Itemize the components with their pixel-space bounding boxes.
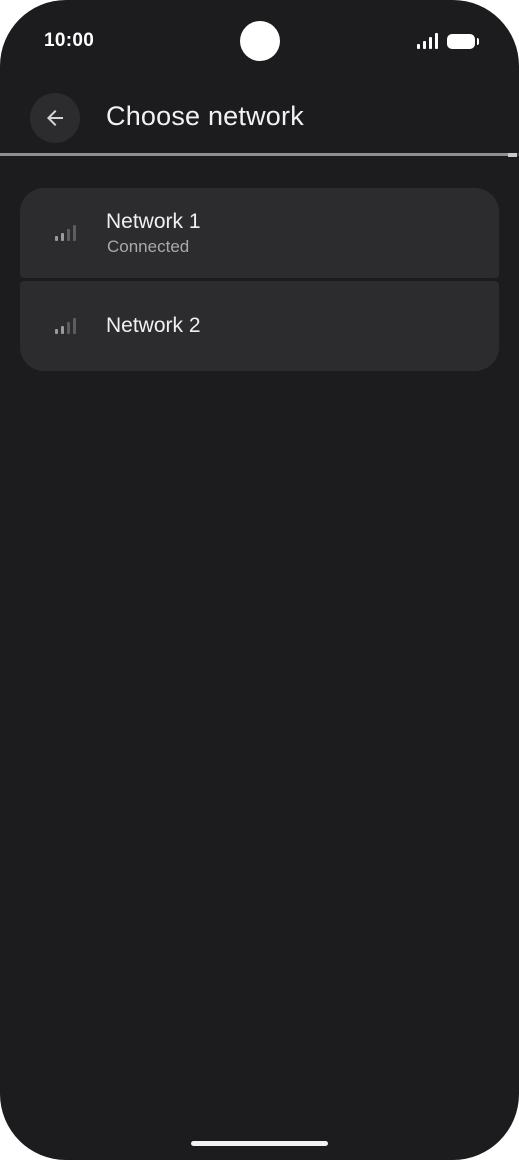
progress-bar-fill <box>0 153 509 156</box>
status-bar: 10:00 <box>0 0 519 84</box>
arrow-back-icon <box>47 110 63 126</box>
status-time: 10:00 <box>44 30 95 51</box>
network-item-2[interactable]: Network 2 <box>20 281 499 371</box>
status-icons <box>417 32 479 50</box>
network-list: Network 1 Connected Network 2 <box>20 188 499 371</box>
network-item-1[interactable]: Network 1 Connected <box>20 188 499 278</box>
page-title: Choose network <box>106 101 304 131</box>
network-name: Network 1 <box>106 210 201 233</box>
phone-screen: 10:00 Choose network Network 1 Connected… <box>0 0 519 1160</box>
signal-strength-icon <box>55 318 76 334</box>
network-status: Connected <box>107 237 190 256</box>
progress-bar <box>0 153 519 156</box>
back-button[interactable] <box>30 93 80 143</box>
app-bar: Choose network <box>0 84 519 152</box>
network-name: Network 2 <box>106 314 201 337</box>
home-indicator[interactable] <box>191 1141 328 1146</box>
signal-strength-icon <box>55 225 76 241</box>
battery-icon <box>447 33 479 49</box>
progress-bar-stop-indicator <box>508 153 517 157</box>
cell-signal-icon <box>417 33 438 49</box>
camera-cutout <box>240 21 280 61</box>
